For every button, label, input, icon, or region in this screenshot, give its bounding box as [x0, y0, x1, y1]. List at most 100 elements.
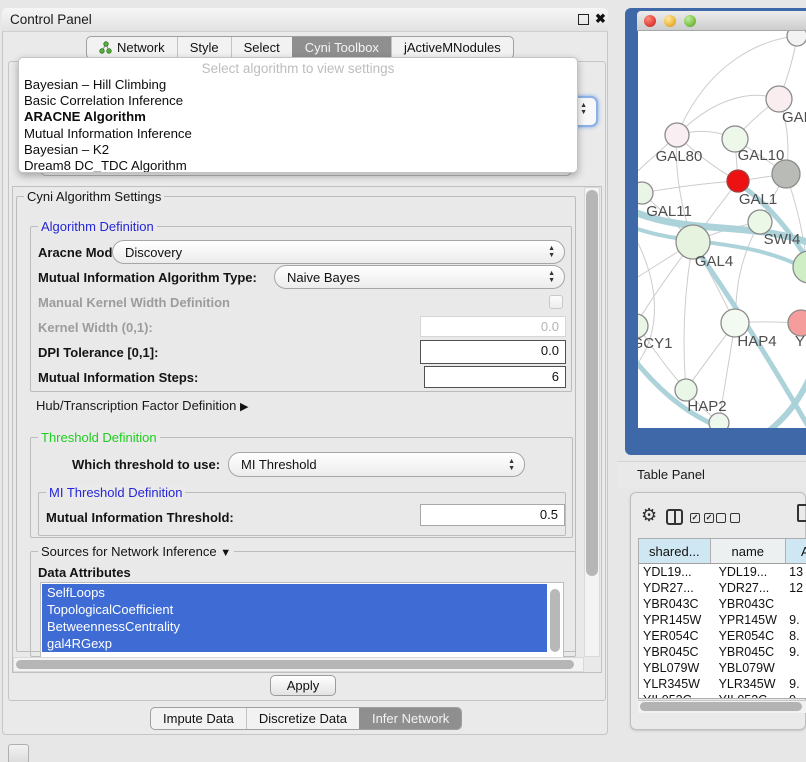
mi-steps-field[interactable]: 6: [424, 366, 566, 388]
expand-right-arrow-icon: ▶: [240, 401, 248, 413]
split-view-icon[interactable]: [666, 509, 683, 525]
network-node[interactable]: [793, 251, 806, 283]
tab-cyni-toolbox[interactable]: Cyni Toolbox: [292, 37, 391, 58]
table-row[interactable]: YER054CYER054C8.: [639, 628, 806, 644]
table-cell: YBR045C: [711, 644, 787, 660]
sources-group-toggle[interactable]: Sources for Network Inference ▼: [38, 544, 234, 559]
network-node[interactable]: [772, 160, 800, 188]
settings-horizontal-scrollbar-thumb[interactable]: [16, 660, 574, 669]
threshold-definition-title: Threshold Definition: [38, 430, 160, 445]
which-threshold-combo[interactable]: MI Threshold ▲▼: [228, 452, 525, 477]
algorithm-option-aracne-algorithm[interactable]: ARACNE Algorithm: [19, 109, 577, 125]
aracne-mode-combo[interactable]: Discovery ▲▼: [112, 240, 565, 264]
window-close-icon[interactable]: [644, 15, 656, 27]
kernel-width-field[interactable]: 0.0: [420, 316, 566, 337]
network-edge[interactable]: [684, 242, 693, 390]
attributes-list-scrollbar[interactable]: [550, 589, 560, 652]
column-header-shared[interactable]: shared...: [639, 539, 711, 563]
algorithm-option-bayesian-hill-climbing[interactable]: Bayesian – Hill Climbing: [19, 77, 577, 93]
mi-type-combo[interactable]: Naive Bayes ▲▼: [274, 265, 565, 289]
apply-button[interactable]: Apply: [270, 675, 336, 696]
tab-jactivemnodules[interactable]: jActiveMNodules: [391, 37, 513, 58]
dpi-tolerance-field[interactable]: 0.0: [420, 340, 566, 364]
float-panel-icon[interactable]: [578, 14, 589, 25]
table-row[interactable]: YPR145WYPR145W9.: [639, 612, 806, 628]
network-edge[interactable]: [642, 181, 738, 193]
kernel-width-label: Kernel Width (0,1):: [38, 320, 153, 335]
algorithm-dropdown-popup: Select algorithm to view settings Bayesi…: [18, 57, 578, 173]
network-node-label: HAP2: [687, 398, 726, 415]
hub-definition-toggle[interactable]: Hub/Transcription Factor Definition ▶: [36, 398, 248, 413]
table-row[interactable]: YIL052CYIL052C9.: [639, 692, 806, 699]
table-panel-title: Table Panel: [637, 467, 705, 482]
gear-icon[interactable]: ⚙: [641, 506, 657, 524]
table-row[interactable]: YDR27...YDR27...12: [639, 580, 806, 596]
table-row[interactable]: YBL079WYBL079W: [639, 660, 806, 676]
column-header-name[interactable]: name: [711, 539, 787, 563]
panel-toggle-button[interactable]: [8, 744, 29, 762]
tab-style[interactable]: Style: [177, 37, 231, 58]
tab-label: Discretize Data: [259, 711, 347, 726]
table-row[interactable]: YBR045CYBR045C9.: [639, 644, 806, 660]
close-icon[interactable]: ✖: [595, 11, 606, 27]
algorithm-option-mutual-information-inference[interactable]: Mutual Information Inference: [19, 126, 577, 142]
table-cell: YBR043C: [639, 596, 711, 612]
network-canvas[interactable]: GALGAL80GAL10GAL1GAL11SWI4GAL4GCY1HAP4YH…: [638, 31, 806, 428]
window-zoom-icon[interactable]: [684, 15, 696, 27]
tab-label: Infer Network: [372, 711, 449, 726]
table-row[interactable]: YDL19...YDL19...13: [639, 564, 806, 580]
table-cell: YER054C: [711, 628, 787, 644]
network-node-label: GCY1: [638, 335, 672, 352]
deselect-all-columns-icon[interactable]: [716, 513, 740, 523]
control-panel-tabs: Network Style Select Cyni Toolbox jActiveMNo…: [86, 36, 514, 59]
table-cell: 8.: [786, 628, 806, 644]
table-cell: 9.: [786, 692, 806, 699]
algorithm-option-bayesian-k2[interactable]: Bayesian – K2: [19, 142, 577, 158]
attribute-item-selfloops[interactable]: SelfLoops: [42, 584, 547, 601]
data-attributes-list[interactable]: SelfLoopsTopologicalCoefficientBetweenne…: [40, 582, 564, 658]
settings-vertical-scrollbar-thumb[interactable]: [586, 190, 598, 576]
mi-threshold-field[interactable]: 0.5: [420, 504, 565, 526]
table-cell: [786, 596, 806, 612]
attribute-item-gal4rgexp[interactable]: gal4RGexp: [42, 635, 547, 652]
network-node-gal1[interactable]: [727, 170, 749, 192]
attribute-item-betweennesscentrality[interactable]: BetweennessCentrality: [42, 618, 547, 635]
table-cell: YBL079W: [639, 660, 711, 676]
table-cell: YBR043C: [711, 596, 787, 612]
data-attributes-label: Data Attributes: [38, 565, 131, 580]
attribute-item-topologicalcoefficient[interactable]: TopologicalCoefficient: [42, 601, 547, 618]
tab-impute-data[interactable]: Impute Data: [151, 708, 246, 729]
tab-select[interactable]: Select: [231, 37, 292, 58]
select-all-columns-icon[interactable]: ✓✓: [690, 513, 714, 523]
table-cell: YDR27...: [639, 580, 711, 596]
table-cell: YBL079W: [711, 660, 787, 676]
tab-infer-network[interactable]: Infer Network: [359, 708, 461, 729]
network-node-label: GAL11: [646, 203, 692, 220]
network-node[interactable]: [787, 31, 806, 46]
table-cell: 13: [786, 564, 806, 580]
tab-label: Cyni Toolbox: [305, 40, 379, 55]
algorithm-option-dream8-dc-tdc-algorithm[interactable]: Dream8 DC_TDC Algorithm: [19, 158, 577, 173]
algorithm-option-basic-correlation-inference[interactable]: Basic Correlation Inference: [19, 93, 577, 109]
combo-arrows-icon: ▲▼: [580, 102, 587, 116]
table-horizontal-scrollbar-thumb[interactable]: [640, 702, 802, 711]
manual-kernel-checkbox[interactable]: [549, 295, 563, 309]
table-row[interactable]: YBR043CYBR043C: [639, 596, 806, 612]
column-header-a[interactable]: A: [786, 539, 806, 563]
table-cell: YDL19...: [639, 564, 711, 580]
network-node-gal80[interactable]: [665, 123, 689, 147]
tab-discretize-data[interactable]: Discretize Data: [246, 708, 359, 729]
table-cell: YDR27...: [711, 580, 787, 596]
window-minimize-icon[interactable]: [664, 15, 676, 27]
new-table-icon[interactable]: [797, 504, 806, 522]
control-panel-title: Control Panel: [10, 12, 92, 27]
network-graph: GALGAL80GAL10GAL1GAL11SWI4GAL4GCY1HAP4YH…: [638, 31, 806, 428]
mi-threshold-label: Mutual Information Threshold:: [46, 510, 234, 525]
network-window-titlebar[interactable]: [637, 11, 806, 31]
tab-label: Style: [190, 40, 219, 55]
table-row[interactable]: YLR345WYLR345W9.: [639, 676, 806, 692]
tab-network[interactable]: Network: [87, 37, 177, 58]
table-header-row: shared...nameA: [639, 539, 806, 564]
network-node[interactable]: [709, 413, 729, 428]
control-panel-titlebar: [2, 8, 608, 32]
